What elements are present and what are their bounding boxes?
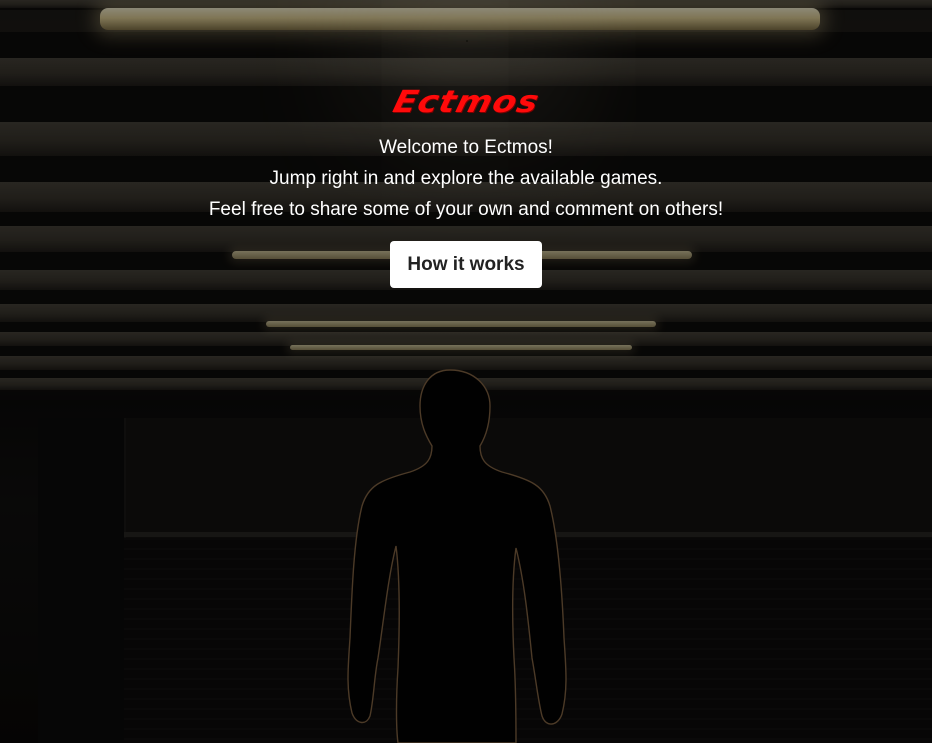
welcome-text: Welcome to Ectmos! Jump right in and exp… <box>0 132 932 225</box>
how-it-works-button[interactable]: How it works <box>390 241 542 288</box>
hero-section: Ectmos Welcome to Ectmos! Jump right in … <box>0 84 932 288</box>
landing-page: Ectmos Welcome to Ectmos! Jump right in … <box>0 0 932 743</box>
welcome-line: Feel free to share some of your own and … <box>208 199 724 220</box>
site-logo[interactable]: Ectmos <box>389 84 543 120</box>
welcome-line: Welcome to Ectmos! <box>379 137 553 158</box>
welcome-line: Jump right in and explore the available … <box>269 168 663 189</box>
